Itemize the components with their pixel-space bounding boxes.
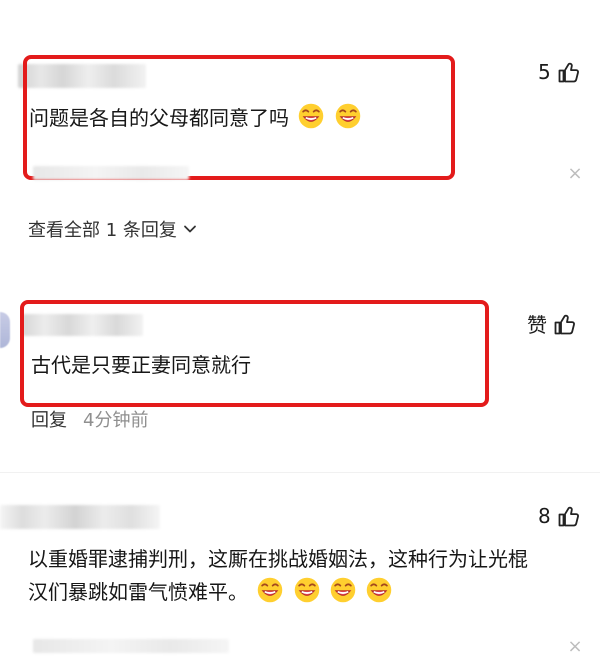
grinning-face-emoji-icon <box>294 577 319 603</box>
like-control[interactable]: 赞 <box>527 309 577 338</box>
comment-meta: 回复 4分钟前 <box>31 406 148 432</box>
comment-text: 问题是各自的父母都同意了吗 <box>29 101 362 135</box>
avatar <box>0 312 10 348</box>
like-count: 5 <box>538 60 551 84</box>
close-icon[interactable]: × <box>566 165 584 183</box>
divider <box>0 472 600 473</box>
reply-button[interactable]: 回复 <box>31 406 67 432</box>
blurred-username <box>0 505 160 529</box>
comment-text-line-1: 以重婚罪逮捕判刑，这厮在挑战婚姻法，这种行为让光棍 <box>28 547 528 571</box>
grinning-face-emoji-icon <box>258 577 283 603</box>
thumbs-up-icon[interactable] <box>557 504 581 528</box>
grinning-face-emoji-icon <box>330 577 356 603</box>
emoji-group <box>295 101 361 135</box>
close-icon[interactable]: × <box>566 638 584 656</box>
emoji-group <box>254 575 393 609</box>
thumbs-up-icon[interactable] <box>553 312 577 336</box>
like-control[interactable]: 5 <box>538 60 581 84</box>
comment-item-2: 古代是只要正妻同意就行 赞 回复 4分钟前 <box>0 250 600 475</box>
comment-item-3: 以重婚罪逮捕判刑，这厮在挑战婚姻法，这种行为让光棍 汉们暴跳如雷气愤难平。 8 … <box>0 475 600 662</box>
grinning-face-emoji-icon <box>367 577 392 603</box>
thumbs-up-icon[interactable] <box>557 60 581 84</box>
view-all-replies[interactable]: 查看全部 1 条回复 <box>28 216 197 242</box>
grinning-face-emoji-icon <box>299 103 324 129</box>
like-control[interactable]: 8 <box>538 504 581 528</box>
like-label: 赞 <box>527 313 547 337</box>
chevron-down-icon <box>184 225 196 233</box>
blurred-metadata <box>33 639 229 653</box>
timestamp: 4分钟前 <box>83 410 149 431</box>
grinning-face-emoji-icon <box>335 103 360 129</box>
blurred-metadata <box>33 166 189 180</box>
comment-text: 古代是只要正妻同意就行 <box>31 353 251 377</box>
like-count: 8 <box>538 504 551 528</box>
comment-item-1: 问题是各自的父母都同意了吗 5 × 查看全部 1 条回复 <box>0 0 600 250</box>
view-replies-label: 查看全部 1 条回复 <box>28 220 177 241</box>
comment-text-line-2: 汉们暴跳如雷气愤难平。 <box>28 575 393 609</box>
